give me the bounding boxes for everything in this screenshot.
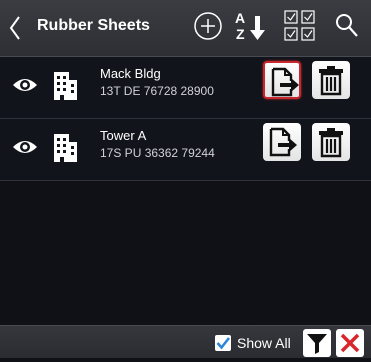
export-button[interactable]: [263, 61, 301, 99]
show-all-checkbox[interactable]: [214, 334, 232, 352]
filter-icon: [307, 334, 327, 354]
sort-az-icon[interactable]: A Z: [234, 8, 270, 44]
export-icon: [271, 67, 299, 97]
search-icon[interactable]: [334, 11, 360, 39]
trash-icon: [319, 66, 343, 96]
rubber-sheet-list: Mack Bldg 13T DE 76728 28900 Tower A 17S…: [0, 57, 371, 181]
list-item[interactable]: Mack Bldg 13T DE 76728 28900: [0, 57, 371, 119]
export-icon: [269, 127, 297, 157]
footer-bar: Show All: [0, 325, 371, 358]
eye-icon[interactable]: [12, 75, 38, 95]
back-icon[interactable]: [8, 14, 22, 42]
svg-text:Z: Z: [236, 26, 245, 42]
svg-text:A: A: [235, 10, 245, 26]
sheet-coordinate: 13T DE 76728 28900: [100, 84, 214, 98]
building-icon: [54, 72, 77, 100]
delete-button[interactable]: [312, 61, 350, 99]
clear-filter-button[interactable]: [336, 329, 364, 357]
add-icon[interactable]: [193, 11, 223, 41]
list-item[interactable]: Tower A 17S PU 36362 79244: [0, 119, 371, 181]
building-icon: [54, 134, 77, 162]
show-all-label[interactable]: Show All: [237, 335, 291, 351]
eye-icon[interactable]: [12, 137, 38, 157]
delete-button[interactable]: [312, 123, 350, 161]
close-icon: [340, 333, 360, 353]
trash-icon: [319, 128, 343, 158]
sheet-name: Tower A: [100, 128, 147, 143]
page-title: Rubber Sheets: [37, 17, 150, 34]
filter-button[interactable]: [303, 329, 331, 357]
sheet-name: Mack Bldg: [100, 66, 161, 81]
export-button[interactable]: [263, 123, 301, 161]
header-bar: Rubber Sheets A Z: [0, 0, 371, 57]
multiselect-icon[interactable]: [283, 8, 317, 44]
sheet-coordinate: 17S PU 36362 79244: [100, 146, 215, 160]
